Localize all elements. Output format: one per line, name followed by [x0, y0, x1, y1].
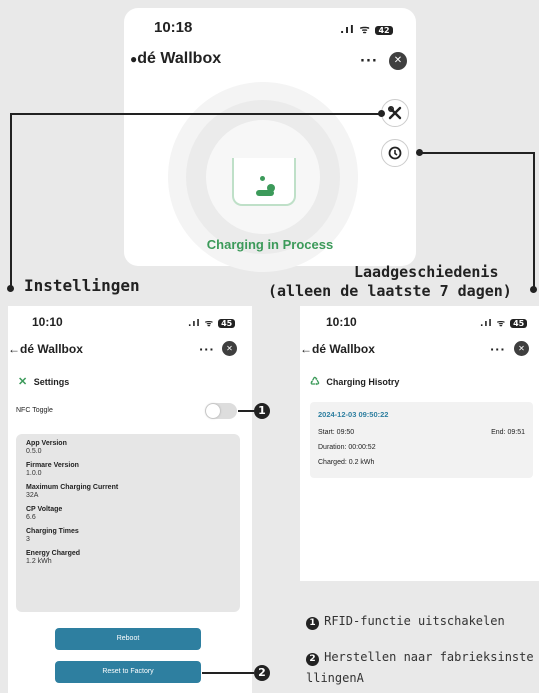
charging-cup-icon: [232, 158, 296, 206]
history-label-dot: [530, 286, 537, 293]
settings-connector-dot: [378, 110, 385, 117]
battery-icon: 45: [510, 319, 528, 328]
reset-factory-button[interactable]: Reset to Factory: [55, 661, 201, 683]
history-connector-dot: [416, 149, 423, 156]
status-time: 10:18: [154, 19, 193, 36]
record-end: End: 09:51: [491, 429, 525, 436]
settings-screen: 10:10 .ıl ᯤ 45 ←dé Wallbox ··· ✕ ✕ Setti…: [8, 306, 252, 693]
history-status-time: 10:10: [326, 315, 357, 329]
history-annotation-line1: Laadgeschiedenis: [354, 263, 499, 281]
info-label: Charging Times: [26, 528, 79, 535]
info-value: 3: [26, 536, 30, 543]
badge-two: 2: [254, 665, 270, 681]
history-section-title: ♺ Charging Hisotry: [310, 376, 400, 388]
footnote-two-text: Herstellen naar fabrieksinstellingenA: [306, 650, 534, 685]
history-connector-v: [533, 152, 535, 289]
app-title: ●dé Wallbox: [130, 50, 222, 67]
device-info-list: App Version 0.5.0 Firmare Version 1.0.0 Maxi…: [26, 440, 230, 565]
signal-icon: .ıl: [480, 319, 493, 329]
history-record-card[interactable]: 2024-12-03 09:50:22 Start: 09:50 End: 09…: [310, 402, 533, 478]
reboot-button[interactable]: Reboot: [55, 628, 201, 650]
battery-icon: 42: [375, 25, 393, 35]
wifi-icon: ᯤ: [496, 319, 506, 329]
info-label: Maximum Charging Current: [26, 484, 119, 491]
charging-status: Charging in Process: [206, 237, 334, 252]
settings-status-time: 10:10: [32, 315, 63, 329]
tools-icon: ✕: [18, 376, 28, 388]
badge-one: 1: [254, 403, 270, 419]
main-screen: 10:18 .ıl ᯤ 42 ●dé Wallbox ··· ✕ Chargin…: [124, 8, 416, 272]
signal-icon: .ıl: [340, 23, 355, 36]
nfc-toggle-label: NFC Toggle: [16, 407, 53, 414]
footnote-two-number: 2: [306, 653, 319, 666]
history-app-title[interactable]: ←dé Wallbox: [300, 342, 375, 356]
record-charged: Charged: 0.2 kWh: [318, 459, 375, 466]
device-info-panel: App Version 0.5.0 Firmare Version 1.0.0 Maxi…: [16, 434, 240, 612]
info-value: 6.6: [26, 514, 36, 521]
record-date: 2024-12-03 09:50:22: [318, 410, 389, 419]
status-icons: .ıl ᯤ 42: [340, 22, 393, 37]
info-item: CP Voltage 6.6: [26, 506, 230, 521]
info-label: Firmare Version: [26, 462, 79, 469]
settings-status-icons: .ıl ᯤ 45: [188, 316, 236, 329]
info-item: Firmare Version 1.0.0: [26, 462, 230, 477]
footnote-two: 2 Herstellen naar fabrieksinstellingenA: [306, 646, 539, 688]
info-label: CP Voltage: [26, 506, 63, 513]
battery-icon: 45: [218, 319, 236, 328]
settings-connector-v: [10, 113, 12, 288]
signal-icon: .ıl: [188, 319, 201, 329]
close-button[interactable]: ✕: [222, 341, 237, 356]
info-item: App Version 0.5.0: [26, 440, 230, 455]
settings-label-dot: [7, 285, 14, 292]
more-button[interactable]: ···: [199, 343, 215, 356]
footnote-one: 1 RFID-functie uitschakelen: [306, 610, 539, 630]
footnote-one-text: RFID-functie uitschakelen: [324, 614, 505, 628]
settings-section-title: ✕ Settings: [18, 376, 70, 388]
history-icon: ♺: [310, 376, 320, 388]
info-label: Energy Charged: [26, 550, 81, 557]
info-item: Charging Times 3: [26, 528, 230, 543]
history-annotation-line2: (alleen de laatste 7 dagen): [268, 282, 512, 300]
info-value: 0.5.0: [26, 448, 42, 455]
close-button[interactable]: ✕: [514, 341, 529, 356]
badge-two-connector: [202, 672, 254, 674]
history-status-icons: .ıl ᯤ 45: [480, 316, 528, 329]
wifi-icon: ᯤ: [359, 23, 371, 36]
settings-button[interactable]: [381, 99, 409, 127]
history-connector-h: [420, 152, 535, 154]
info-value: 32A: [26, 492, 39, 499]
close-button[interactable]: ✕: [389, 52, 407, 70]
info-label: App Version: [26, 440, 67, 447]
info-value: 1.0.0: [26, 470, 42, 477]
more-button[interactable]: ···: [490, 343, 506, 356]
record-duration: Duration: 00:00:52: [318, 444, 376, 451]
clock-icon: [388, 146, 402, 160]
tools-icon: [387, 105, 402, 120]
settings-connector-h: [10, 113, 382, 115]
history-button[interactable]: [381, 139, 409, 167]
info-item: Energy Charged 1.2 kWh: [26, 550, 230, 565]
footnote-one-number: 1: [306, 617, 319, 630]
nfc-toggle[interactable]: [205, 403, 237, 419]
settings-app-title[interactable]: ←dé Wallbox: [8, 342, 83, 356]
history-screen: 10:10 .ıl ᯤ 45 ←dé Wallbox ··· ✕ ♺ Charg…: [300, 306, 539, 581]
record-start: Start: 09:50: [318, 429, 355, 436]
wifi-icon: ᯤ: [204, 319, 214, 329]
more-button[interactable]: ···: [360, 54, 378, 69]
settings-annotation: Instellingen: [24, 276, 140, 295]
info-item: Maximum Charging Current 32A: [26, 484, 230, 499]
info-value: 1.2 kWh: [26, 558, 52, 565]
